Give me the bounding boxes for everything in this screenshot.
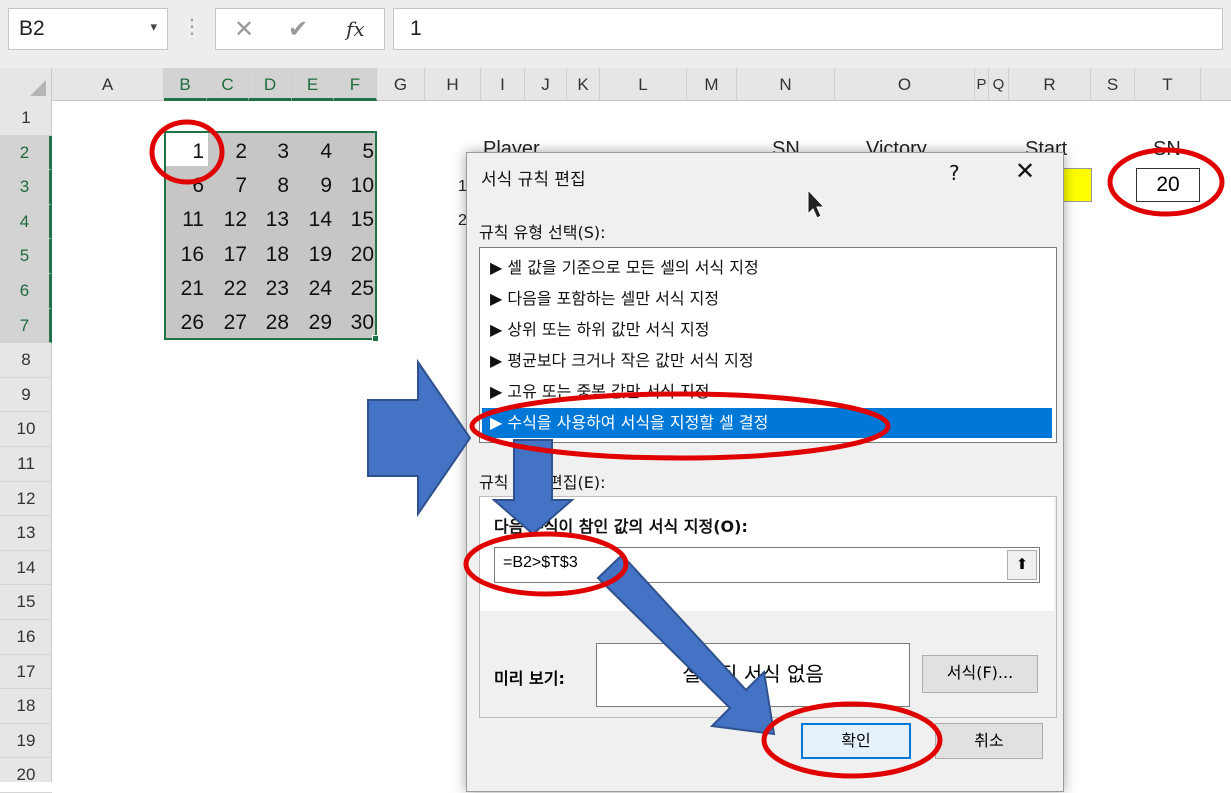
annotation-circle-rule — [469, 391, 891, 461]
annotation-arrow-right — [367, 358, 472, 518]
annotation-circle-t3 — [1107, 147, 1225, 217]
annotation-overlay — [149, 119, 1225, 779]
annotation-circle-formula — [463, 531, 629, 597]
mouse-cursor-icon — [807, 188, 826, 219]
annotation-arrow-diagonal — [596, 553, 776, 736]
annotation-circle-b2 — [149, 119, 225, 185]
annotation-circle-ok — [761, 701, 943, 779]
